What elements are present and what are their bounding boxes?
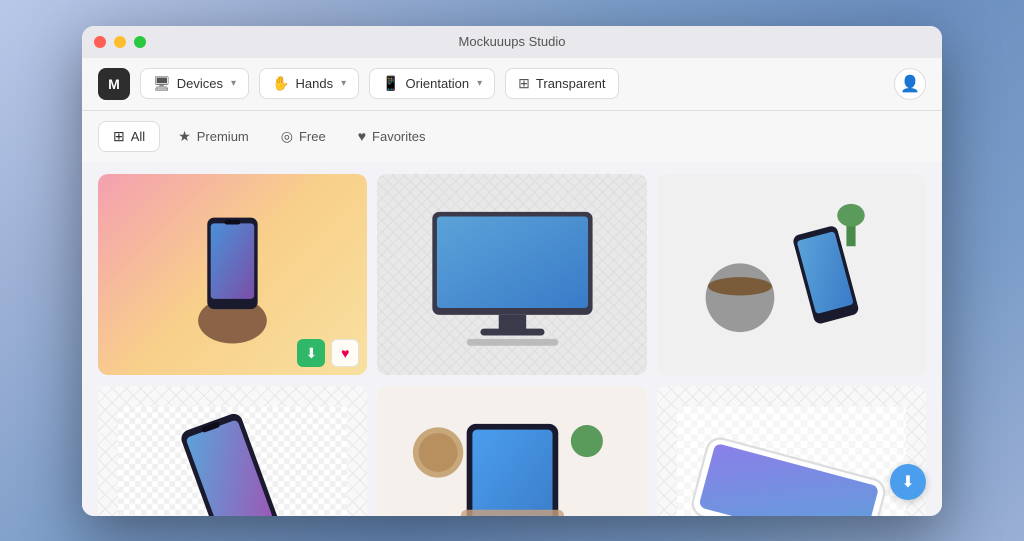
window-title: Mockuuups Studio	[459, 34, 566, 49]
item-image	[657, 386, 926, 516]
item-actions: ⬇ ♥	[297, 339, 359, 367]
grid-item[interactable]: ⬇ ♥	[377, 386, 646, 516]
logo-button[interactable]: M	[98, 68, 130, 100]
grid-item[interactable]: ⬇ ♥	[657, 174, 926, 376]
filter-premium-button[interactable]: ★ Premium	[164, 121, 263, 152]
filter-free-button[interactable]: ◎ Free	[267, 121, 340, 152]
minimize-button[interactable]	[114, 36, 126, 48]
monitor-mockup	[398, 189, 627, 361]
scroll-down-button[interactable]: ⬇	[890, 464, 926, 500]
transparent-dropdown[interactable]: ⊞ Transparent	[505, 68, 618, 99]
phone-coffee-mockup	[677, 189, 906, 361]
grid-item[interactable]: ⬇ ♥	[377, 174, 646, 376]
app-window: Mockuuups Studio M 🖥 Devices ▾ ✋ Hands ▾…	[82, 26, 942, 516]
circle-icon: ◎	[281, 128, 293, 145]
user-icon: 👤	[900, 74, 920, 94]
orientation-dropdown[interactable]: 📱 Orientation ▾	[369, 68, 495, 99]
download-button[interactable]: ⬇	[856, 340, 884, 368]
filter-all-label: All	[131, 129, 145, 144]
hand-icon: ✋	[272, 75, 289, 92]
devices-label: Devices	[177, 76, 223, 91]
download-icon: ⬇	[901, 472, 914, 492]
favorite-button[interactable]: ♥	[890, 340, 918, 368]
mockup-grid: ⬇ ♥	[98, 174, 926, 516]
item-image	[377, 386, 646, 516]
download-button[interactable]: ⬇	[297, 339, 325, 367]
chevron-down-icon: ▾	[477, 78, 482, 89]
close-button[interactable]	[94, 36, 106, 48]
white-phone-mockup	[677, 401, 906, 516]
download-button[interactable]: ⬇	[577, 339, 605, 367]
grid-item[interactable]: ⬇ ♥	[98, 386, 367, 516]
star-icon: ★	[178, 128, 191, 145]
filter-free-label: Free	[299, 129, 326, 144]
hands-dropdown[interactable]: ✋ Hands ▾	[259, 68, 359, 99]
filter-premium-label: Premium	[197, 129, 249, 144]
transparent-icon: ⊞	[518, 75, 530, 92]
profile-button[interactable]: 👤	[894, 68, 926, 100]
tablet-hand-mockup	[398, 401, 627, 516]
orientation-label: Orientation	[406, 76, 470, 91]
grid-item[interactable]: ⬇ ♥	[98, 174, 367, 376]
item-image	[98, 386, 367, 516]
chevron-down-icon: ▾	[341, 78, 346, 89]
hand-phone-mockup	[118, 189, 347, 361]
monitor-icon: 🖥	[153, 75, 171, 92]
traffic-lights	[94, 36, 146, 48]
filter-all-button[interactable]: ⊞ All	[98, 121, 160, 152]
filter-favorites-button[interactable]: ♥ Favorites	[344, 121, 440, 152]
hands-label: Hands	[296, 76, 334, 91]
chevron-down-icon: ▾	[231, 78, 236, 89]
title-bar: Mockuuups Studio	[82, 26, 942, 58]
grid-icon: ⊞	[113, 128, 125, 145]
favorite-button[interactable]: ♥	[331, 339, 359, 367]
toolbar: M 🖥 Devices ▾ ✋ Hands ▾ 📱 Orientation ▾ …	[82, 58, 942, 111]
grid-item[interactable]: ⬇ ♥	[657, 386, 926, 516]
filter-bar: ⊞ All ★ Premium ◎ Free ♥ Favorites	[82, 111, 942, 162]
favorite-button[interactable]: ♥	[611, 339, 639, 367]
devices-dropdown[interactable]: 🖥 Devices ▾	[140, 68, 249, 99]
grid-content: ⬇ ♥	[82, 162, 942, 516]
transparent-label: Transparent	[536, 76, 606, 91]
filter-favorites-label: Favorites	[372, 129, 425, 144]
tilted-phone-mockup	[118, 401, 347, 516]
maximize-button[interactable]	[134, 36, 146, 48]
heart-icon: ♥	[358, 128, 366, 144]
phone-icon: 📱	[382, 75, 399, 92]
